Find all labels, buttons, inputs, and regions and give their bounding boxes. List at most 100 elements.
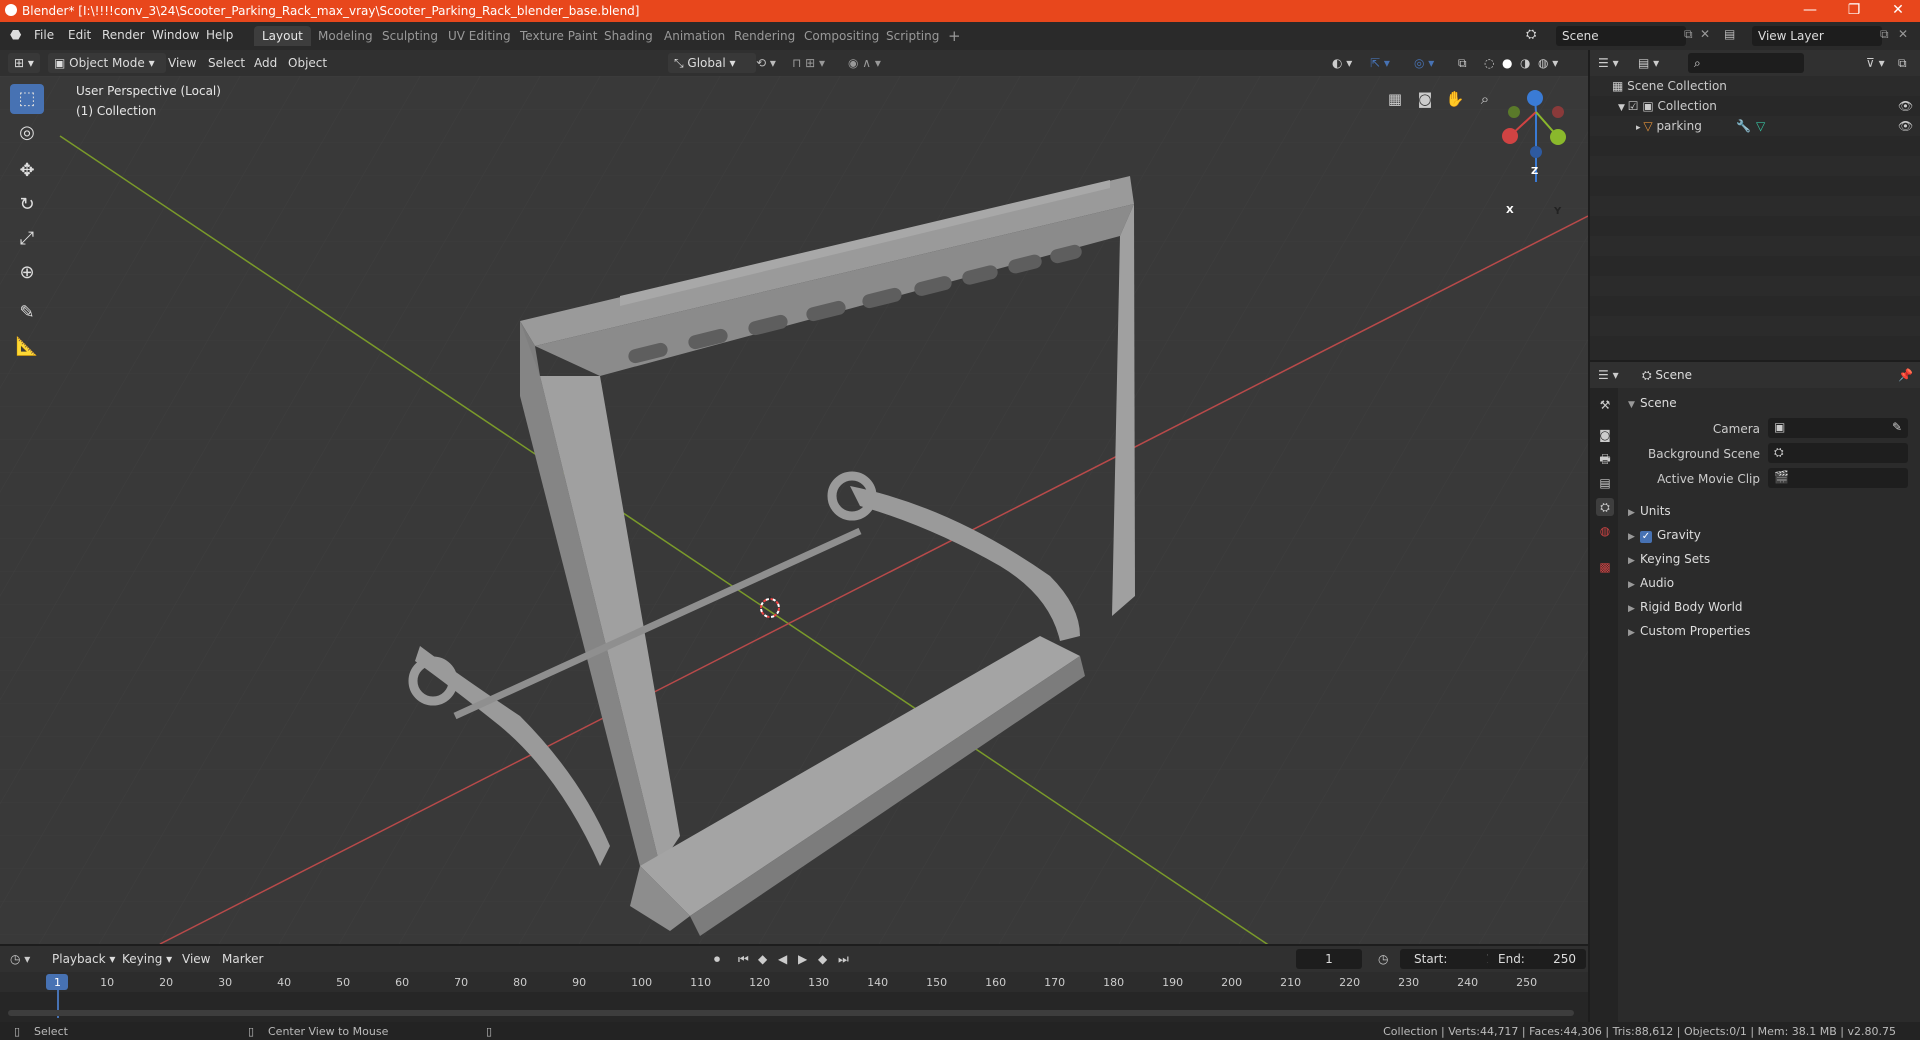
output-tab-icon[interactable]: 🖶: [1596, 450, 1614, 468]
jump-keyframe-back-icon[interactable]: ◆: [758, 949, 767, 969]
close-button[interactable]: ✕: [1876, 0, 1920, 22]
grid-view-icon[interactable]: ▦: [1384, 90, 1406, 112]
restore-button[interactable]: ❐: [1832, 0, 1876, 22]
menu-render[interactable]: Render: [102, 28, 145, 42]
render-tab-icon[interactable]: ◙: [1596, 426, 1614, 444]
timeline-view-menu[interactable]: View: [182, 949, 210, 969]
world-tab-icon[interactable]: ◍: [1596, 522, 1614, 540]
outliner-item-parking[interactable]: ▸ ▽ parking: [1636, 119, 1702, 133]
xray-icon[interactable]: ⧉: [1458, 53, 1467, 73]
outliner-search-input[interactable]: ⌕: [1688, 53, 1804, 73]
cursor-tool-icon[interactable]: ◎: [10, 118, 44, 148]
expand-arrow-icon[interactable]: ▼: [1618, 103, 1628, 113]
collection-visibility-icon[interactable]: 👁: [1898, 99, 1913, 113]
gravity-panel[interactable]: ▶ ✓ Gravity: [1628, 528, 1701, 543]
delete-view-layer-icon[interactable]: ✕: [1898, 27, 1908, 41]
move-tool-icon[interactable]: ✥: [10, 156, 44, 186]
jump-keyframe-forward-icon[interactable]: ◆: [818, 949, 827, 969]
properties-editor-type-icon[interactable]: ☰ ▾: [1598, 365, 1619, 385]
keying-menu[interactable]: Keying ▾: [122, 949, 172, 969]
scene-section-header[interactable]: ▼ Scene: [1628, 396, 1677, 410]
units-panel[interactable]: ▶ Units: [1628, 504, 1671, 518]
rotate-tool-icon[interactable]: ↻: [10, 190, 44, 220]
camera-view-icon[interactable]: ◙: [1414, 90, 1436, 112]
mode-dropdown[interactable]: ▣ Object Mode ▾: [48, 53, 166, 73]
menu-file[interactable]: File: [34, 28, 54, 42]
tab-rendering[interactable]: Rendering: [726, 26, 803, 46]
modifier-wrench-icon[interactable]: 🔧: [1736, 119, 1751, 133]
new-view-layer-icon[interactable]: ⧉: [1880, 27, 1889, 42]
transform-tool-icon[interactable]: ⊕: [10, 258, 44, 288]
playback-menu[interactable]: Playback ▾: [52, 949, 115, 969]
audio-panel[interactable]: ▶ Audio: [1628, 576, 1674, 590]
add-workspace-button[interactable]: +: [940, 26, 969, 46]
snap-icon[interactable]: ⊓ ⊞ ▾: [792, 53, 825, 73]
wireframe-shading-icon[interactable]: ◌: [1484, 53, 1494, 73]
zoom-icon[interactable]: ⌕: [1474, 90, 1496, 112]
outliner-item-scene-collection[interactable]: ▦ Scene Collection: [1612, 79, 1727, 93]
custom-properties-panel[interactable]: ▶ Custom Properties: [1628, 624, 1750, 638]
view-menu[interactable]: View: [168, 53, 196, 73]
marker-menu[interactable]: Marker: [222, 949, 263, 969]
rendered-shading-icon[interactable]: ◍ ▾: [1538, 53, 1558, 73]
gizmo-toggle-icon[interactable]: ⇱ ▾: [1370, 53, 1390, 73]
outliner-editor-type-icon[interactable]: ☰ ▾: [1598, 53, 1619, 73]
preview-range-icon[interactable]: ◷: [1378, 949, 1388, 969]
checkbox-icon[interactable]: ☑: [1628, 99, 1643, 113]
overlay-toggle-icon[interactable]: ◎ ▾: [1414, 53, 1434, 73]
tool-tab-icon[interactable]: ⚒: [1596, 396, 1614, 414]
delete-scene-icon[interactable]: ✕: [1700, 27, 1710, 41]
new-collection-icon[interactable]: ⧉: [1898, 53, 1907, 73]
gravity-checkbox-icon[interactable]: ✓: [1640, 531, 1652, 543]
tab-animation[interactable]: Animation: [656, 26, 733, 46]
visibility-icon[interactable]: ◐ ▾: [1332, 53, 1352, 73]
filter-icon[interactable]: ⊽ ▾: [1866, 53, 1885, 73]
mesh-data-icon[interactable]: ▽: [1756, 119, 1765, 133]
view-layer-tab-icon[interactable]: ▤: [1596, 474, 1614, 492]
scale-tool-icon[interactable]: ⤢: [10, 224, 44, 254]
camera-field[interactable]: ▣ ✎: [1768, 418, 1908, 438]
annotate-tool-icon[interactable]: ✎: [10, 298, 44, 328]
play-reverse-icon[interactable]: ◀: [778, 949, 787, 969]
tab-sculpting[interactable]: Sculpting: [374, 26, 446, 46]
view-layer-field[interactable]: View Layer: [1752, 26, 1882, 46]
minimize-button[interactable]: —: [1788, 0, 1832, 22]
editor-type-icon[interactable]: ⊞ ▾: [8, 53, 40, 73]
eyedropper-icon[interactable]: ✎: [1892, 420, 1902, 434]
rigid-body-world-panel[interactable]: ▶ Rigid Body World: [1628, 600, 1743, 614]
select-box-tool-icon[interactable]: ⬚: [10, 84, 44, 114]
menu-edit[interactable]: Edit: [68, 28, 91, 42]
tab-texture-paint[interactable]: Texture Paint: [512, 26, 605, 46]
jump-start-icon[interactable]: ⏮: [738, 949, 749, 969]
tab-uv-editing[interactable]: UV Editing: [440, 26, 519, 46]
measure-tool-icon[interactable]: 📐: [10, 332, 44, 362]
display-mode-icon[interactable]: ▤ ▾: [1638, 53, 1659, 73]
solid-shading-icon[interactable]: ●: [1502, 53, 1512, 73]
scene-name-field[interactable]: Scene: [1556, 26, 1686, 46]
current-frame-field[interactable]: 1: [1296, 949, 1362, 969]
pan-hand-icon[interactable]: ✋: [1444, 90, 1466, 112]
end-frame-field[interactable]: End: 250: [1488, 949, 1586, 969]
tab-scripting[interactable]: Scripting: [878, 26, 947, 46]
select-menu[interactable]: Select: [208, 53, 245, 73]
view-layer-icon[interactable]: ▤: [1724, 27, 1735, 41]
keying-sets-panel[interactable]: ▶ Keying Sets: [1628, 552, 1710, 566]
background-scene-field[interactable]: ⛭: [1768, 443, 1908, 463]
object-menu[interactable]: Object: [288, 53, 327, 73]
3d-viewport[interactable]: Z X Y ▦ ◙ ✋ ⌕ User Perspective (Local) (…: [0, 76, 1588, 944]
timeline-scrollbar[interactable]: [8, 1010, 1574, 1016]
tab-modeling[interactable]: Modeling: [310, 26, 381, 46]
timeline[interactable]: 1 10 20 30 40 50 60 70 80 90 100 110 120 130 140 150 160…: [0, 972, 1588, 1022]
tab-layout[interactable]: Layout: [254, 26, 311, 46]
proportional-edit-icon[interactable]: ◉ ∧ ▾: [848, 53, 881, 73]
texture-tab-icon[interactable]: ▩: [1596, 558, 1614, 576]
scene-selector-icon[interactable]: ⛭: [1526, 27, 1536, 42]
active-movie-clip-field[interactable]: 🎬: [1768, 468, 1908, 488]
record-icon[interactable]: ⏺: [714, 949, 720, 969]
orientation-dropdown[interactable]: ⤡ Global ▾: [668, 53, 756, 73]
add-menu[interactable]: Add: [254, 53, 277, 73]
pin-icon[interactable]: 📌: [1898, 365, 1913, 385]
tab-shading[interactable]: Shading: [596, 26, 661, 46]
blender-menu-icon[interactable]: ⬣: [10, 28, 21, 43]
new-scene-icon[interactable]: ⧉: [1684, 27, 1693, 42]
